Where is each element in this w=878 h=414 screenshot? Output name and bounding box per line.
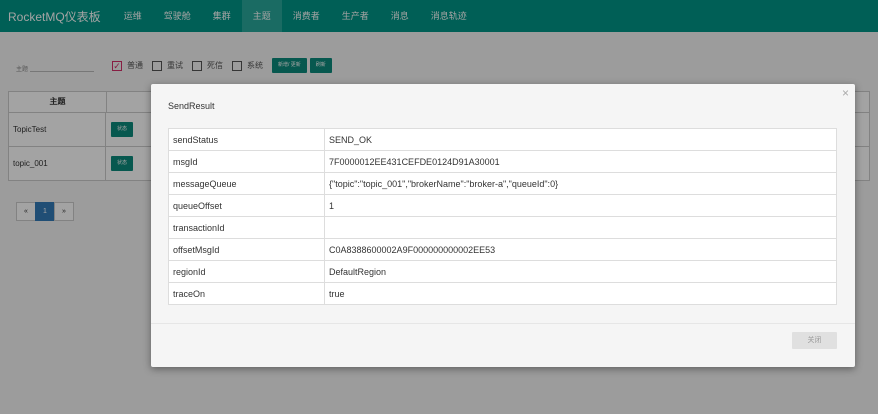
result-key: offsetMsgId — [168, 238, 325, 261]
result-value: 1 — [324, 194, 837, 217]
result-value: C0A8388600002A9F000000000002EE53 — [324, 238, 837, 261]
result-key: sendStatus — [168, 128, 325, 151]
dialog-title: SendResult — [168, 101, 215, 111]
result-value — [324, 216, 837, 239]
send-result-table: sendStatus SEND_OK msgId 7F0000012EE431C… — [168, 128, 837, 305]
result-value: 7F0000012EE431CEFDE0124D91A30001 — [324, 150, 837, 173]
result-key: traceOn — [168, 282, 325, 305]
close-icon[interactable]: × — [842, 86, 849, 100]
result-key: messageQueue — [168, 172, 325, 195]
table-row: regionId DefaultRegion — [168, 260, 837, 283]
table-row: traceOn true — [168, 282, 837, 305]
result-key: regionId — [168, 260, 325, 283]
dialog-footer-divider — [151, 323, 855, 324]
table-row: transactionId — [168, 216, 837, 239]
result-value: SEND_OK — [324, 128, 837, 151]
table-row: queueOffset 1 — [168, 194, 837, 217]
result-value: DefaultRegion — [324, 260, 837, 283]
table-row: offsetMsgId C0A8388600002A9F000000000002… — [168, 238, 837, 261]
result-key: queueOffset — [168, 194, 325, 217]
send-result-dialog: × SendResult sendStatus SEND_OK msgId 7F… — [151, 84, 855, 367]
result-value: {"topic":"topic_001","brokerName":"broke… — [324, 172, 837, 195]
table-row: msgId 7F0000012EE431CEFDE0124D91A30001 — [168, 150, 837, 173]
table-row: messageQueue {"topic":"topic_001","broke… — [168, 172, 837, 195]
result-key: transactionId — [168, 216, 325, 239]
result-value: true — [324, 282, 837, 305]
result-key: msgId — [168, 150, 325, 173]
table-row: sendStatus SEND_OK — [168, 128, 837, 151]
close-button[interactable]: 关闭 — [792, 332, 837, 349]
